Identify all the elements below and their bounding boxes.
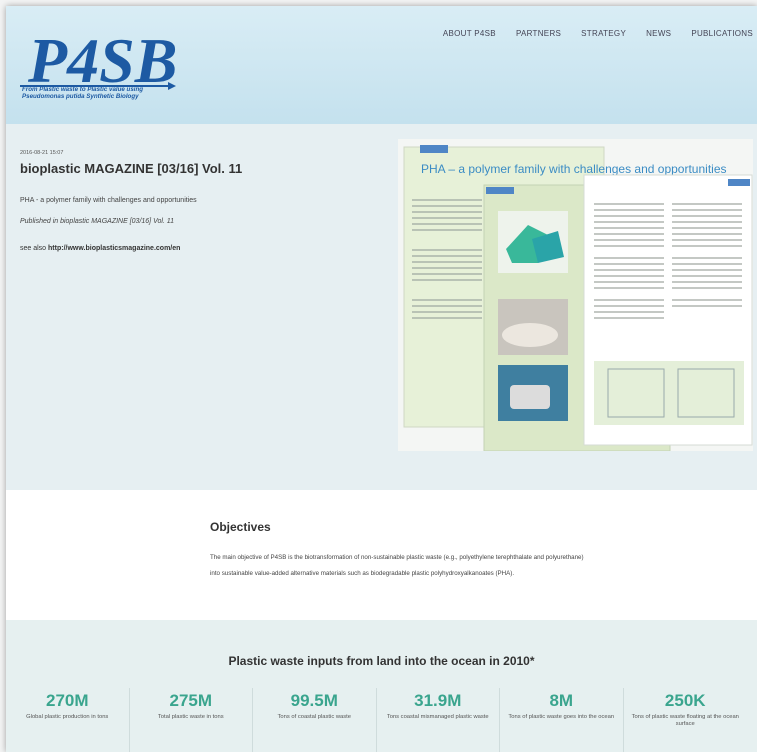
magazine-heading: PHA – a polymer family with challenges a… <box>421 162 727 176</box>
nav-about[interactable]: ABOUT P4SB <box>443 29 496 38</box>
site-header: P4SB From Plastic waste to Plastic value… <box>6 6 757 124</box>
magazine-pages-image: PHA – a polymer family with challenges a… <box>398 139 753 451</box>
stat-value: 250K <box>664 691 706 710</box>
see-also: see also http://www.bioplasticsmagazine.… <box>20 245 180 252</box>
stat-item: 8M Tons of plastic waste goes into the o… <box>500 688 624 752</box>
stat-label: Tons of coastal plastic waste <box>277 714 351 720</box>
article-subtitle: PHA - a polymer family with challenges a… <box>20 197 197 204</box>
stat-label: Tons coastal mismanaged plastic waste <box>386 714 489 720</box>
stat-value: 8M <box>549 691 574 710</box>
stat-item: 270M Global plastic production in tons <box>6 688 130 752</box>
objectives-title: Objectives <box>210 520 271 534</box>
page-frame: P4SB From Plastic waste to Plastic value… <box>6 6 757 752</box>
stat-value: 270M <box>45 691 89 710</box>
stat-item: 99.5M Tons of coastal plastic waste <box>253 688 377 752</box>
objectives-text: The main objective of P4SB is the biotra… <box>210 554 584 577</box>
stat-item: 250K Tons of plastic waste floating at t… <box>624 688 748 752</box>
stat-label: Global plastic production in tons <box>26 714 109 720</box>
stat-item: 275M Total plastic waste in tons <box>130 688 253 752</box>
stat-label: Tons of plastic waste goes into the ocea… <box>508 714 615 720</box>
stat-label: Tons of plastic waste floating at the oc… <box>631 714 739 727</box>
nav-partners[interactable]: PARTNERS <box>516 29 561 38</box>
stat-item: 31.9M Tons coastal mismanaged plastic wa… <box>377 688 500 752</box>
stat-value: 275M <box>169 691 213 710</box>
objectives-section: Objectives The main objective of P4SB is… <box>6 490 757 620</box>
see-also-label: see also <box>20 245 47 252</box>
logo-tagline-1: From Plastic waste to Plastic value usin… <box>22 86 144 93</box>
stat-value: 99.5M <box>290 691 338 710</box>
stat-label: Total plastic waste in tons <box>157 714 224 720</box>
article-section: 2016-08-21 15:07 bioplastic MAGAZINE [03… <box>6 124 757 490</box>
nav-publications[interactable]: PUBLICATIONS <box>691 29 753 38</box>
stats-section: Plastic waste inputs from land into the … <box>6 620 757 752</box>
stats-title: Plastic waste inputs from land into the … <box>228 654 535 668</box>
article-title: bioplastic MAGAZINE [03/16] Vol. 11 <box>20 161 243 176</box>
article-published: Published in bioplastic MAGAZINE [03/16]… <box>20 218 175 225</box>
nav-strategy[interactable]: STRATEGY <box>581 29 626 38</box>
nav-news[interactable]: NEWS <box>646 29 671 38</box>
see-also-link[interactable]: http://www.bioplasticsmagazine.com/en <box>48 245 180 252</box>
stats-row: 270M Global plastic production in tons 2… <box>6 688 757 752</box>
main-nav: ABOUT P4SB PARTNERS STRATEGY NEWS PUBLIC… <box>423 29 753 38</box>
logo-tagline: From Plastic waste to Plastic value usin… <box>22 86 192 100</box>
logo-tagline-2: Pseudomonas putida Synthetic Biology <box>22 93 139 100</box>
stat-value: 31.9M <box>414 691 462 710</box>
article-date: 2016-08-21 15:07 <box>20 150 64 156</box>
